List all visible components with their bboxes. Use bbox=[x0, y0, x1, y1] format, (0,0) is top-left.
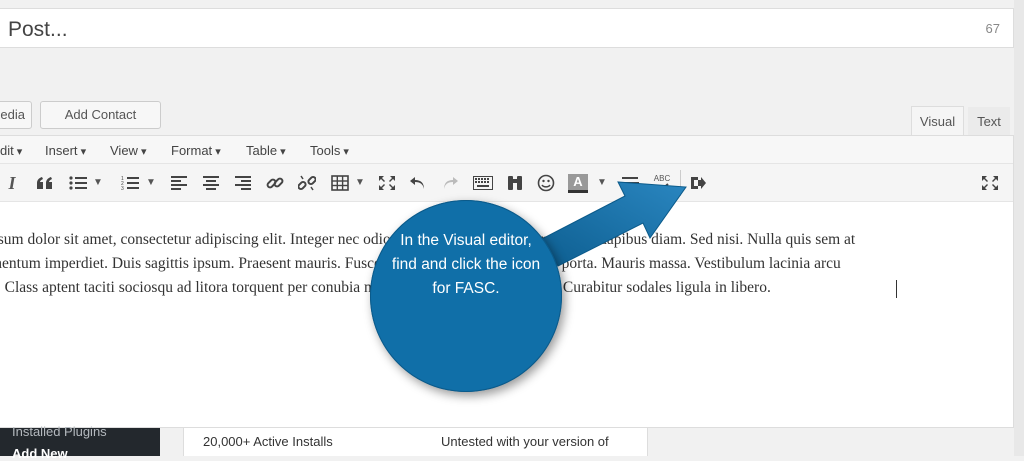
menu-tools[interactable]: Tools bbox=[310, 143, 349, 158]
table-caret-icon[interactable]: ▼ bbox=[355, 177, 365, 188]
character-count: 67 bbox=[985, 21, 1000, 36]
spellcheck-label: ABC bbox=[653, 174, 671, 183]
post-title-text: Post... bbox=[8, 18, 68, 41]
italic-icon[interactable]: I bbox=[4, 172, 20, 194]
unlink-icon[interactable] bbox=[297, 172, 317, 194]
keyboard-icon[interactable] bbox=[472, 172, 494, 194]
bullet-list-icon[interactable] bbox=[68, 172, 88, 194]
tab-text[interactable]: Text bbox=[968, 107, 1010, 137]
add-contact-form-button[interactable]: Add Contact Form bbox=[40, 101, 161, 148]
menu-view[interactable]: View bbox=[110, 143, 147, 158]
link-icon[interactable] bbox=[265, 172, 285, 194]
emoticon-icon[interactable] bbox=[536, 172, 556, 194]
binoculars-icon[interactable] bbox=[505, 172, 525, 194]
align-center-icon[interactable] bbox=[202, 172, 220, 194]
screenshot-border bbox=[1014, 0, 1024, 456]
callout-text: In the Visual editor, find and click the… bbox=[391, 232, 541, 297]
blockquote-icon[interactable] bbox=[35, 172, 55, 194]
distraction-free-icon[interactable] bbox=[980, 172, 1000, 194]
fasc-icon[interactable] bbox=[688, 172, 708, 194]
undo-icon[interactable] bbox=[408, 172, 428, 194]
fullscreen-icon[interactable] bbox=[377, 172, 397, 194]
menu-table[interactable]: Table bbox=[246, 143, 286, 158]
text-color-icon[interactable]: A bbox=[567, 172, 589, 194]
align-right-icon[interactable] bbox=[234, 172, 252, 194]
menu-format[interactable]: Format bbox=[171, 143, 221, 158]
tab-visual[interactable]: Visual bbox=[911, 106, 964, 136]
spellcheck-icon[interactable]: ABC bbox=[651, 172, 673, 194]
menu-edit[interactable]: dit bbox=[0, 143, 22, 158]
add-media-button[interactable]: edia bbox=[0, 101, 32, 129]
post-title-input[interactable] bbox=[0, 8, 1014, 48]
bullet-list-caret-icon[interactable]: ▼ bbox=[93, 177, 103, 188]
compatibility-note: Untested with your version of bbox=[441, 434, 609, 449]
sidebar-item-installed-plugins[interactable]: Installed Plugins bbox=[12, 424, 107, 439]
redo-icon[interactable] bbox=[440, 172, 460, 194]
align-left-icon[interactable] bbox=[170, 172, 188, 194]
sidebar-item-add-new[interactable]: Add New bbox=[12, 446, 68, 461]
numbered-list-icon[interactable]: 123 bbox=[120, 172, 140, 194]
table-icon[interactable] bbox=[330, 172, 350, 194]
text-cursor bbox=[896, 280, 897, 298]
active-installs: 20,000+ Active Installs bbox=[203, 434, 333, 449]
svg-text:3: 3 bbox=[121, 186, 124, 191]
editor-menubar bbox=[0, 136, 1013, 164]
toolbar-separator bbox=[680, 170, 681, 196]
text-color-letter: A bbox=[568, 173, 588, 190]
text-color-caret-icon[interactable]: ▼ bbox=[597, 177, 607, 188]
numbered-list-caret-icon[interactable]: ▼ bbox=[146, 177, 156, 188]
strikethrough-icon[interactable] bbox=[620, 172, 640, 194]
menu-insert[interactable]: Insert bbox=[45, 143, 86, 158]
